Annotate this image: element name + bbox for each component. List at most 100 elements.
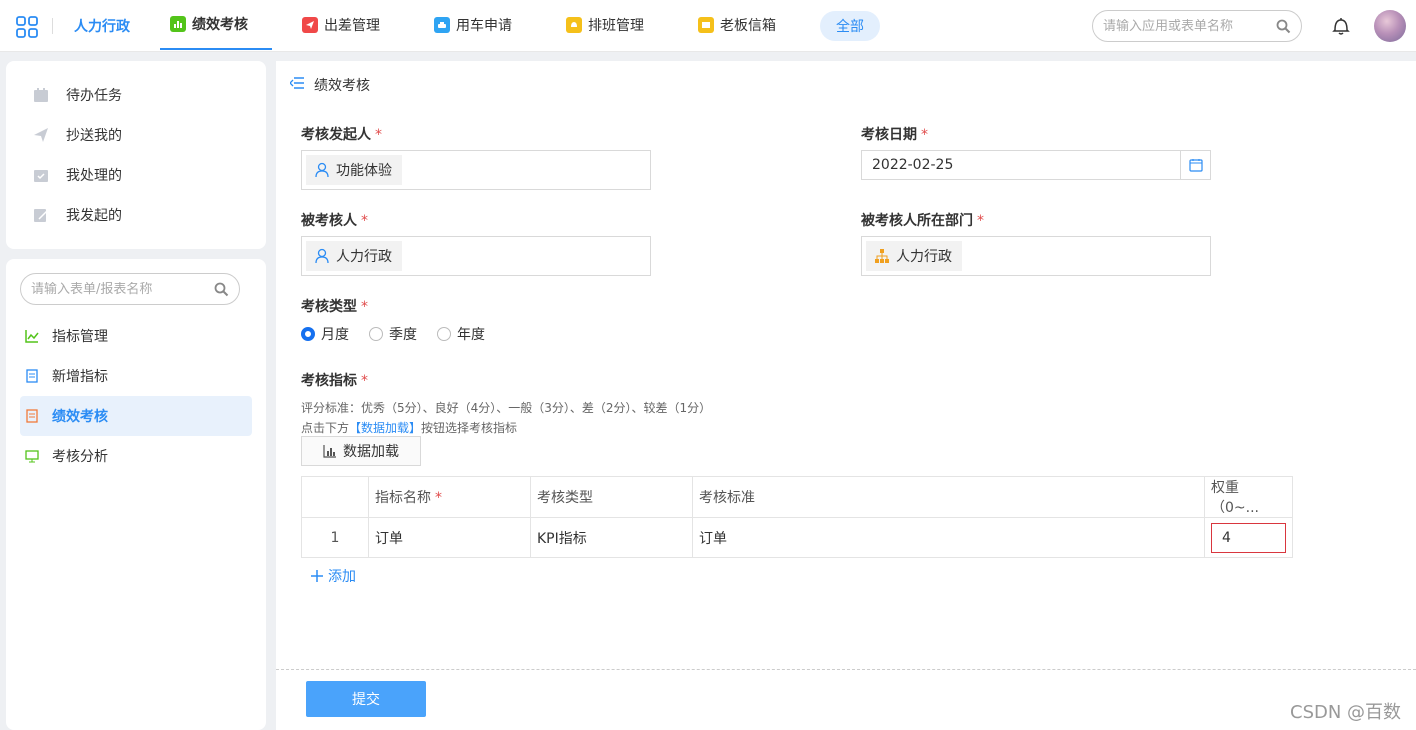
- column-header-standard: 考核标准: [692, 476, 1205, 518]
- indicator-standard-cell[interactable]: 订单: [692, 517, 1205, 558]
- plane-icon: [302, 17, 318, 33]
- assessee-label-text: 被考核人: [301, 213, 357, 229]
- calendar-icon[interactable]: [1180, 151, 1210, 179]
- load-hint: 点击下方【数据加载】按钮选择考核指标: [301, 419, 517, 436]
- page-header: 绩效考核: [289, 75, 370, 95]
- form-menu-panel: 指标管理 新增指标 绩效考核 考核分析: [6, 259, 266, 730]
- initiator-field[interactable]: 功能体验: [301, 150, 651, 190]
- page-title: 绩效考核: [314, 78, 370, 94]
- avatar[interactable]: [1374, 10, 1406, 42]
- tab-label: 绩效考核: [192, 17, 248, 33]
- review-type-radio-group: 月度 季度 年度: [301, 324, 505, 344]
- form-search-input[interactable]: [31, 281, 201, 297]
- line-chart-icon: [24, 328, 40, 344]
- menu-item-review-analysis[interactable]: 考核分析: [20, 436, 252, 476]
- radio-dot: [369, 327, 383, 341]
- car-icon: [434, 17, 450, 33]
- column-header-type: 考核类型: [530, 476, 693, 518]
- sidebar-item-initiated[interactable]: 我发起的: [32, 205, 122, 225]
- menu-item-add-indicator[interactable]: 新增指标: [20, 356, 252, 396]
- column-header-name: 指标名称 *: [368, 476, 531, 518]
- submit-button[interactable]: 提交: [306, 681, 426, 717]
- department-label: 被考核人所在部门 *: [861, 210, 984, 230]
- date-field[interactable]: 2022-02-25: [861, 150, 1211, 180]
- table-row: 1 订单 KPI指标 订单 4: [301, 517, 1293, 558]
- tab-label: 排班管理: [588, 18, 644, 34]
- button-label: 添加: [328, 569, 356, 585]
- required-mark: *: [435, 490, 442, 506]
- calendar-icon: [32, 86, 50, 104]
- search-icon[interactable]: [1276, 19, 1291, 38]
- required-mark: *: [361, 299, 368, 315]
- user-chip: 功能体验: [306, 155, 402, 185]
- radio-dot: [437, 327, 451, 341]
- required-mark: *: [375, 127, 382, 143]
- notification-bell-icon[interactable]: [1332, 16, 1350, 40]
- initiator-value: 功能体验: [336, 163, 392, 179]
- indicator-label-text: 考核指标: [301, 373, 357, 389]
- sidebar-item-label: 待办任务: [66, 88, 122, 104]
- menu-item-indicator-management[interactable]: 指标管理: [20, 316, 252, 356]
- sidebar-item-handled[interactable]: 我处理的: [32, 165, 122, 185]
- assessee-field[interactable]: 人力行政: [301, 236, 651, 276]
- plus-icon: [310, 569, 324, 583]
- send-icon: [32, 126, 50, 144]
- data-load-button[interactable]: 数据加载: [301, 436, 421, 466]
- radio-monthly[interactable]: 月度: [301, 324, 349, 344]
- sidebar-item-todo[interactable]: 待办任务: [32, 85, 122, 105]
- department-label-text: 被考核人所在部门: [861, 213, 973, 229]
- radio-yearly[interactable]: 年度: [437, 324, 485, 344]
- indicator-name-cell[interactable]: 订单: [368, 517, 531, 558]
- user-chip: 人力行政: [306, 241, 402, 271]
- menu-item-performance-review[interactable]: 绩效考核: [20, 396, 252, 436]
- watermark: CSDN @百数: [1290, 702, 1402, 723]
- menu-item-label: 考核分析: [52, 449, 108, 465]
- divider: [276, 669, 1416, 670]
- add-row-button[interactable]: 添加: [310, 566, 356, 586]
- bell-icon: [566, 17, 582, 33]
- tab-label: 老板信箱: [720, 18, 776, 34]
- radio-quarterly[interactable]: 季度: [369, 324, 417, 344]
- required-mark: *: [977, 213, 984, 229]
- indicator-type-cell[interactable]: KPI指标: [530, 517, 693, 558]
- tab-business-trip[interactable]: 出差管理: [302, 0, 380, 50]
- app-name[interactable]: 人力行政: [74, 16, 130, 36]
- form-search-box[interactable]: [20, 273, 240, 305]
- tab-boss-mailbox[interactable]: 老板信箱: [698, 0, 776, 50]
- assessee-label: 被考核人 *: [301, 210, 368, 230]
- hint-text: 按钮选择考核指标: [421, 421, 518, 435]
- collapse-menu-icon[interactable]: [289, 76, 304, 94]
- search-icon[interactable]: [214, 282, 229, 301]
- app-search-input[interactable]: [1103, 18, 1263, 34]
- divider: [52, 18, 53, 34]
- sidebar-item-label: 抄送我的: [66, 128, 122, 144]
- tab-car-request[interactable]: 用车申请: [434, 0, 512, 50]
- department-value: 人力行政: [896, 249, 952, 265]
- indicator-label: 考核指标 *: [301, 370, 368, 390]
- scoring-hint: 评分标准：优秀（5分）、良好（4分）、一般（3分）、差（2分）、较差（1分）: [301, 401, 712, 415]
- tab-performance-review[interactable]: 绩效考核: [160, 0, 272, 50]
- required-mark: *: [361, 373, 368, 389]
- form-icon: [24, 408, 40, 424]
- all-apps-button[interactable]: 全部: [820, 11, 880, 41]
- indicator-table: 指标名称 * 考核类型 考核标准 权重（0~... 1 订单 KPI指标 订单 4: [301, 476, 1293, 558]
- sidebar-item-label: 我发起的: [66, 208, 122, 224]
- tab-shift-schedule[interactable]: 排班管理: [566, 0, 644, 50]
- radio-dot: [301, 327, 315, 341]
- column-header-weight: 权重（0~...: [1204, 476, 1293, 518]
- bar-chart-icon: [170, 16, 186, 32]
- app-grid-icon[interactable]: [16, 16, 38, 38]
- sidebar-item-cc-me[interactable]: 抄送我的: [32, 125, 122, 145]
- sidebar-item-label: 我处理的: [66, 168, 122, 184]
- user-icon: [314, 248, 330, 264]
- department-chip: 人力行政: [866, 241, 962, 271]
- app-search-box[interactable]: [1092, 10, 1302, 42]
- user-icon: [314, 162, 330, 178]
- department-field[interactable]: 人力行政: [861, 236, 1211, 276]
- monitor-icon: [24, 448, 40, 464]
- weight-input[interactable]: 4: [1211, 522, 1286, 553]
- date-label: 考核日期 *: [861, 124, 928, 144]
- radio-label: 年度: [457, 327, 485, 343]
- date-label-text: 考核日期: [861, 127, 917, 143]
- inbox-icon: [32, 166, 50, 184]
